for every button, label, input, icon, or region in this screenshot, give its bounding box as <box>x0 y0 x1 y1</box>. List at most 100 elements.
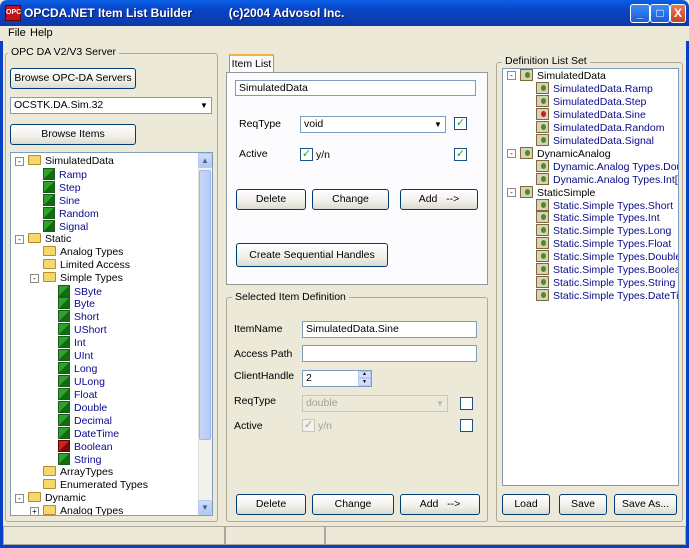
stepper-up-icon[interactable]: ▲ <box>358 371 371 378</box>
stepper-down-icon[interactable]: ▼ <box>358 378 371 386</box>
tree-folder[interactable]: ArrayTypes <box>43 465 113 479</box>
definition-tree[interactable]: SimulatedData - SimulatedData.Ramp Simulate… <box>502 68 679 486</box>
definition-item[interactable]: Static.Simple Types.Float <box>536 237 671 250</box>
collapse-icon[interactable]: - <box>30 273 39 283</box>
definition-item[interactable]: Static.Simple Types.DateTime <box>536 289 678 302</box>
save-button[interactable]: Save <box>559 494 607 515</box>
tree-item[interactable]: UInt <box>58 349 93 362</box>
tree-folder[interactable]: Analog Types <box>43 504 123 515</box>
definition-item[interactable]: Static.Simple Types.Double <box>536 250 678 263</box>
definition-item[interactable]: Static.Simple Types.Short <box>536 198 673 212</box>
accesspath-input[interactable] <box>302 345 477 362</box>
close-button[interactable]: X <box>670 4 686 23</box>
maximize-button[interactable]: □ <box>650 4 670 23</box>
tree-folder[interactable]: Dynamic <box>28 491 86 505</box>
definition-item[interactable]: SimulatedData.Ramp <box>536 81 653 95</box>
definition-item[interactable]: SimulatedData.Signal <box>536 133 654 147</box>
tree-item[interactable]: Float <box>58 388 97 401</box>
sel-add-button[interactable]: Add --> <box>400 494 480 515</box>
collapse-icon[interactable]: - <box>15 157 24 166</box>
tree-folder[interactable]: Limited Access <box>43 258 130 272</box>
collapse-icon[interactable]: - <box>507 187 516 197</box>
save-as-button[interactable]: Save As... <box>614 494 677 515</box>
tree-item[interactable]: String <box>58 452 101 466</box>
tree-item[interactable]: ULong <box>58 375 105 388</box>
tree-item[interactable]: Int <box>58 336 86 349</box>
tree-item[interactable]: Ramp <box>43 167 87 181</box>
tag-icon <box>58 401 70 414</box>
clienthandle-stepper[interactable]: ▲ ▼ <box>358 371 371 386</box>
definition-group[interactable]: SimulatedData <box>520 69 606 82</box>
list-delete-button[interactable]: Delete <box>236 189 306 210</box>
create-sequential-handles-button[interactable]: Create Sequential Handles <box>236 243 388 267</box>
menu-help[interactable]: Help <box>28 26 55 41</box>
collapse-icon[interactable]: - <box>507 148 516 158</box>
tree-item[interactable]: Random <box>43 206 99 220</box>
tree-item[interactable]: Step <box>43 180 81 194</box>
sel-active-checkbox[interactable]: ✓ <box>302 419 315 432</box>
tree-folder[interactable]: Simple Types <box>43 271 123 285</box>
scroll-up-icon[interactable]: ▲ <box>198 153 212 168</box>
definition-item[interactable]: Dynamic.Analog Types.Double <box>536 159 678 173</box>
scroll-thumb[interactable] <box>199 170 211 440</box>
chevron-down-icon[interactable]: ▼ <box>432 118 444 131</box>
load-button[interactable]: Load <box>502 494 550 515</box>
tree-folder[interactable]: Static <box>28 232 71 246</box>
browse-tree[interactable]: SimulatedData - Ramp Step Sine Random Signal St… <box>10 152 213 516</box>
minimize-button[interactable]: _ <box>630 4 650 23</box>
definition-group[interactable]: DynamicAnalog <box>520 146 611 160</box>
tree-item[interactable]: DateTime <box>58 426 119 440</box>
tree-node-label: Float <box>74 389 98 402</box>
sel-delete-button[interactable]: Delete <box>236 494 306 515</box>
tree-item[interactable]: Double <box>58 401 107 414</box>
tree-item[interactable]: Signal <box>43 219 88 233</box>
tree-folder[interactable]: SimulatedData <box>28 155 114 168</box>
scroll-down-icon[interactable]: ▼ <box>198 500 212 515</box>
definition-item[interactable]: Dynamic.Analog Types.Int[] <box>536 172 678 186</box>
folder-icon <box>28 155 41 165</box>
tree-item[interactable]: Sine <box>43 193 80 207</box>
tree-item[interactable]: Long <box>58 362 97 375</box>
definition-item[interactable]: Static.Simple Types.Int <box>536 211 660 224</box>
definition-item[interactable]: SimulatedData.Step <box>536 94 646 108</box>
list-name-input[interactable]: SimulatedData <box>235 80 476 96</box>
tree-item[interactable]: SByte <box>58 284 102 298</box>
itemname-input[interactable]: SimulatedData.Sine <box>302 321 477 338</box>
tree-folder[interactable]: Enumerated Types <box>43 478 148 492</box>
tree-folder[interactable]: Analog Types <box>43 245 123 259</box>
tree-item[interactable]: Short <box>58 310 99 323</box>
tree-item[interactable]: Decimal <box>58 414 112 427</box>
tree-item[interactable]: Byte <box>58 297 95 310</box>
collapse-icon[interactable]: - <box>15 493 24 503</box>
list-reqtype-checkbox[interactable]: ✓ <box>454 117 467 130</box>
definition-item[interactable]: Static.Simple Types.Long <box>536 224 671 237</box>
expand-icon[interactable]: + <box>30 506 39 515</box>
tree-item[interactable]: UShort <box>58 323 107 336</box>
chevron-down-icon[interactable]: ▼ <box>434 397 446 410</box>
tag-icon <box>43 167 55 180</box>
tree-item[interactable]: Boolean <box>58 439 113 453</box>
sel-change-button[interactable]: Change <box>312 494 394 515</box>
sel-reqtype-select[interactable]: double <box>302 395 448 412</box>
definition-item[interactable]: Static.Simple Types.Boolean <box>536 263 678 276</box>
app-icon: OPC <box>5 5 21 21</box>
definition-item[interactable]: SimulatedData.Sine <box>536 107 646 121</box>
collapse-icon[interactable]: - <box>15 234 24 244</box>
definition-group[interactable]: StaticSimple <box>520 185 595 199</box>
list-active-enable-checkbox[interactable]: ✓ <box>454 148 467 161</box>
sel-reqtype-checkbox[interactable] <box>460 397 473 410</box>
tab-item-list[interactable]: Item List <box>229 54 274 73</box>
list-add-button[interactable]: Add --> <box>400 189 478 210</box>
chevron-down-icon[interactable]: ▼ <box>198 99 210 112</box>
definition-item[interactable]: Static.Simple Types.String <box>536 276 675 289</box>
browse-servers-button[interactable]: Browse OPC-DA Servers <box>10 68 136 89</box>
list-active-checkbox[interactable]: ✓ <box>300 148 313 161</box>
browse-items-button[interactable]: Browse Items <box>10 124 136 145</box>
sel-active-enable-checkbox[interactable] <box>460 419 473 432</box>
server-select[interactable]: OCSTK.DA.Sim.32 <box>10 97 212 114</box>
definition-item[interactable]: SimulatedData.Random <box>536 120 664 134</box>
menu-file[interactable]: File <box>6 26 28 41</box>
list-reqtype-select[interactable]: void <box>300 116 446 133</box>
list-change-button[interactable]: Change <box>312 189 389 210</box>
collapse-icon[interactable]: - <box>507 71 516 80</box>
